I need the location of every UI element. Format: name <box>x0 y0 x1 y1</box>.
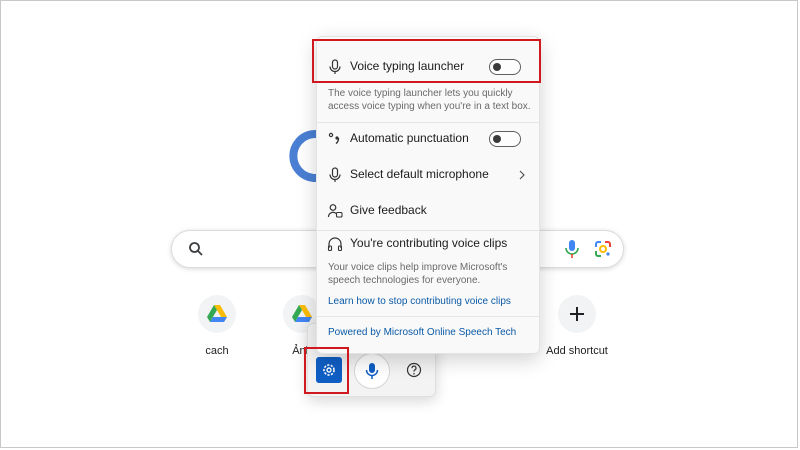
shortcut-label: cach <box>205 345 229 357</box>
google-drive-icon <box>292 305 312 322</box>
divider <box>317 316 539 317</box>
microphone-button[interactable] <box>354 353 390 389</box>
voice-search-icon[interactable] <box>563 239 581 259</box>
chevron-right-icon <box>519 170 525 180</box>
search-icon <box>189 242 203 256</box>
voice-launcher-description: The voice typing launcher lets you quick… <box>328 88 531 112</box>
feedback-icon <box>327 204 343 218</box>
toggle-knob <box>493 135 501 143</box>
give-feedback-row[interactable]: Give feedback <box>317 196 539 226</box>
voice-clips-label: You're contributing voice clips <box>350 236 508 250</box>
voice-settings-menu: Voice typing launcher The voice typing l… <box>316 36 540 354</box>
voice-clips-icon <box>327 237 343 252</box>
auto-punctuation-row[interactable]: Automatic punctuation <box>317 124 539 154</box>
shortcut-tile[interactable]: cach <box>172 295 262 357</box>
shortcut-circle <box>198 295 236 333</box>
shortcut-label: Add shortcut <box>546 345 608 357</box>
punctuation-icon <box>328 132 340 145</box>
plus-icon <box>570 307 584 321</box>
select-microphone-row[interactable]: Select default microphone <box>317 160 539 190</box>
highlight-box-launcher <box>312 39 541 83</box>
google-drive-icon <box>207 305 227 322</box>
auto-punctuation-label: Automatic punctuation <box>350 131 469 145</box>
highlight-box-settings <box>304 347 349 394</box>
powered-by-link[interactable]: Powered by Microsoft Online Speech Tech <box>328 327 516 338</box>
voice-clips-description: Your voice clips help improve Microsoft'… <box>328 262 508 286</box>
stop-contributing-link[interactable]: Learn how to stop contributing voice cli… <box>328 296 511 307</box>
voice-clips-row: You're contributing voice clips <box>317 229 539 259</box>
help-icon[interactable] <box>406 362 422 378</box>
give-feedback-label: Give feedback <box>350 203 427 217</box>
auto-punctuation-toggle[interactable] <box>489 131 521 147</box>
microphone-icon <box>329 167 341 182</box>
shortcut-circle <box>558 295 596 333</box>
select-microphone-label: Select default microphone <box>350 167 489 181</box>
add-shortcut-tile[interactable]: Add shortcut <box>532 295 622 357</box>
google-lens-icon[interactable] <box>593 239 613 259</box>
divider <box>317 122 539 123</box>
microphone-icon <box>365 363 379 379</box>
